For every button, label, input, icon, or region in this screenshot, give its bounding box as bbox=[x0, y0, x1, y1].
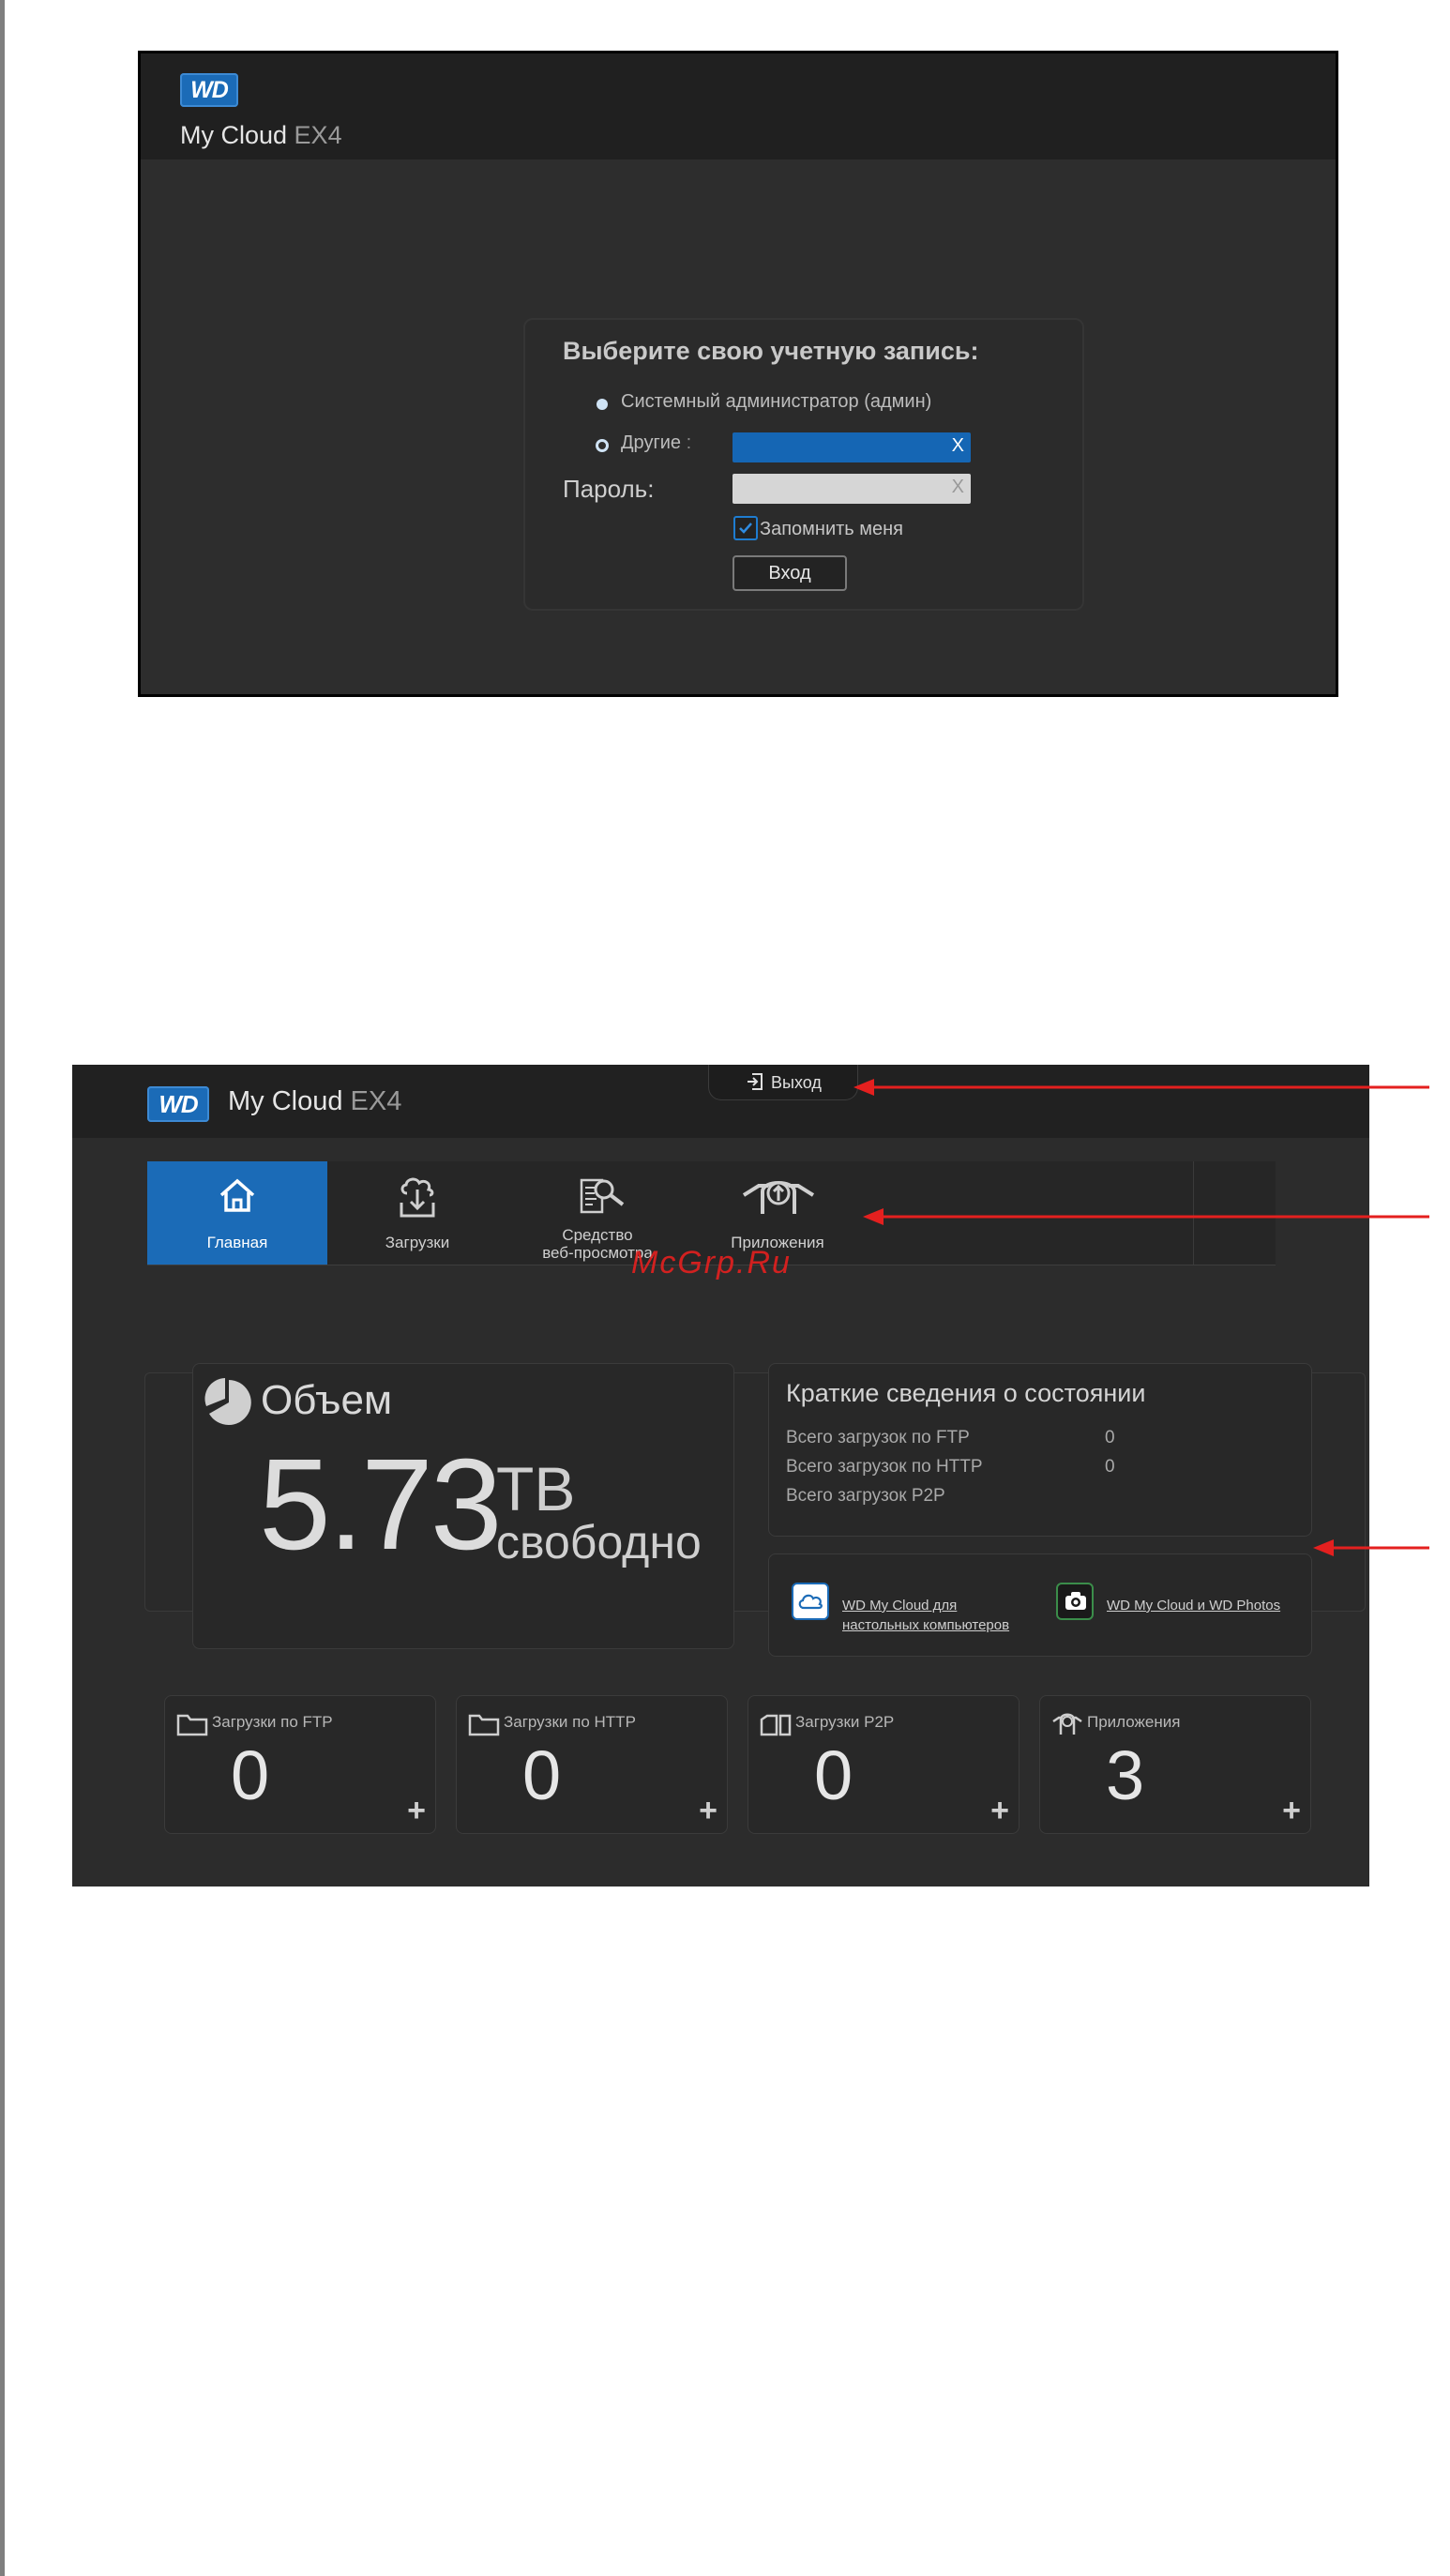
tile-label: Загрузки по FTP bbox=[212, 1713, 333, 1731]
radio-admin-label: Системный администратор (админ) bbox=[621, 391, 932, 412]
radio-admin[interactable] bbox=[597, 399, 608, 410]
camera-icon bbox=[1065, 1592, 1086, 1610]
folder-icon bbox=[176, 1714, 208, 1736]
radio-other[interactable] bbox=[596, 439, 609, 452]
login-dialog: Выберите свою учетную запись: Системный … bbox=[523, 318, 1084, 611]
apps-icon bbox=[1052, 1713, 1082, 1735]
cloud-download-icon bbox=[400, 1177, 435, 1218]
logout-icon bbox=[748, 1073, 763, 1090]
add-icon[interactable]: + bbox=[699, 1792, 717, 1829]
arrow-nav bbox=[863, 1208, 1429, 1225]
arrow-summary bbox=[1313, 1539, 1429, 1556]
tile-value: 0 bbox=[231, 1736, 270, 1814]
tab-downloads[interactable]: Загрузки bbox=[327, 1161, 507, 1265]
capacity-free-label: свободно bbox=[496, 1516, 702, 1568]
apps-icon bbox=[742, 1181, 815, 1214]
home-icon bbox=[219, 1178, 255, 1212]
wd-logo: WD bbox=[180, 73, 238, 107]
cloud-icon bbox=[798, 1594, 823, 1610]
tile-p2p-downloads[interactable]: Загрузки P2P 0 + bbox=[748, 1695, 1020, 1834]
tile-http-downloads[interactable]: Загрузки по HTTP 0 + bbox=[456, 1695, 728, 1834]
tab-web-browser-label-1: Средство bbox=[562, 1226, 633, 1244]
p2p-folder-icon bbox=[760, 1714, 792, 1736]
remember-me-checkbox[interactable] bbox=[733, 516, 758, 540]
pie-chart-icon bbox=[204, 1378, 251, 1425]
add-icon[interactable]: + bbox=[1282, 1792, 1301, 1829]
page-margin-bar bbox=[0, 0, 5, 2576]
folder-icon bbox=[468, 1714, 500, 1736]
tile-label: Загрузки P2P bbox=[795, 1713, 895, 1731]
capacity-value: 5.73 bbox=[259, 1432, 503, 1577]
tile-value: 0 bbox=[522, 1736, 562, 1814]
tile-value: 3 bbox=[1106, 1736, 1145, 1814]
tile-apps[interactable]: Приложения 3 + bbox=[1039, 1695, 1311, 1834]
login-header: WD My Cloud EX4 bbox=[141, 53, 1336, 159]
web-browser-icon bbox=[580, 1178, 625, 1214]
capacity-card: Объем 5.73 TB свободно bbox=[192, 1363, 734, 1649]
login-screenshot: WD My Cloud EX4 Выберите свою учетную за… bbox=[138, 51, 1338, 697]
watermark: McGrp.Ru bbox=[631, 1245, 792, 1280]
product-name: My Cloud EX4 bbox=[228, 1086, 402, 1116]
remember-me-label: Запомнить меня bbox=[760, 519, 904, 539]
wd-photos-link[interactable]: WD My Cloud и WD Photos bbox=[1107, 1596, 1280, 1616]
capacity-unit: TB bbox=[496, 1454, 576, 1523]
wd-desktop-link-line1[interactable]: WD My Cloud для bbox=[842, 1596, 957, 1616]
checkmark-icon bbox=[739, 523, 752, 534]
tile-value: 0 bbox=[814, 1736, 853, 1814]
wd-logo: WD bbox=[147, 1086, 209, 1122]
tile-label: Загрузки по HTTP bbox=[504, 1713, 636, 1731]
login-button[interactable]: Вход bbox=[733, 555, 847, 591]
logout-label: Выход bbox=[771, 1073, 822, 1092]
wd-desktop-app-icon[interactable] bbox=[792, 1583, 829, 1620]
clear-password-icon[interactable]: X bbox=[952, 477, 964, 498]
tile-ftp-downloads[interactable]: Загрузки по FTP 0 + bbox=[164, 1695, 436, 1834]
tile-label: Приложения bbox=[1087, 1713, 1181, 1731]
logout-button[interactable]: Выход bbox=[708, 1065, 858, 1100]
password-field[interactable]: X bbox=[733, 474, 971, 504]
tab-home[interactable]: Главная bbox=[147, 1161, 327, 1265]
arrow-logout bbox=[853, 1079, 1429, 1096]
tab-downloads-label: Загрузки bbox=[385, 1234, 450, 1251]
radio-other-label: Другие : bbox=[621, 432, 692, 453]
wd-desktop-link-line2[interactable]: настольных компьютеров bbox=[842, 1615, 1009, 1636]
login-title: Выберите свою учетную запись: bbox=[563, 337, 979, 365]
product-name: My Cloud EX4 bbox=[180, 121, 342, 149]
add-icon[interactable]: + bbox=[407, 1792, 426, 1829]
tab-home-label: Главная bbox=[206, 1234, 268, 1251]
capacity-title: Объем bbox=[261, 1377, 393, 1423]
clear-username-icon[interactable]: X bbox=[952, 435, 964, 457]
add-icon[interactable]: + bbox=[990, 1792, 1009, 1829]
password-label: Пароль: bbox=[563, 475, 655, 503]
annotation-arrows bbox=[853, 1079, 1429, 1556]
wd-photos-app-icon[interactable] bbox=[1056, 1583, 1094, 1620]
username-field[interactable]: X bbox=[733, 432, 971, 462]
